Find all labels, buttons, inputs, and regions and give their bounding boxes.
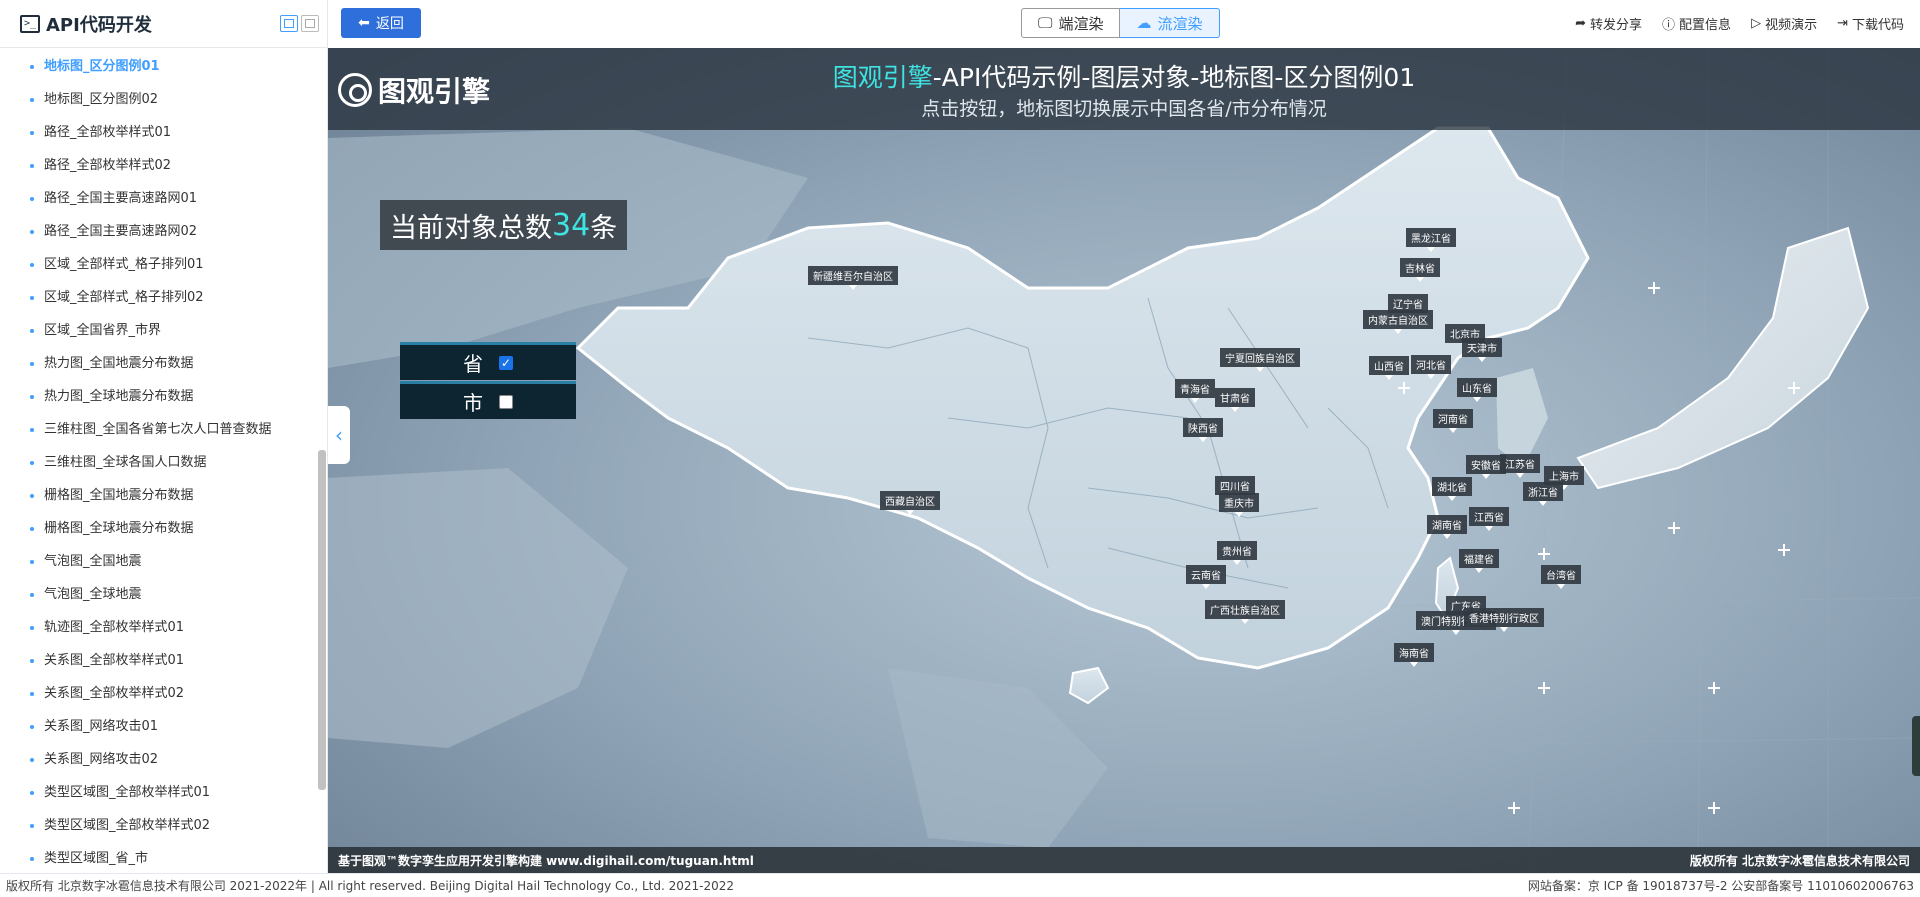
sidebar: >_ API代码开发 地标图_区分图例01 地标图_区分图例02 路径_全部枚举样式… [0,0,328,873]
province-label[interactable]: 福建省 [1459,549,1499,573]
play-icon: ▷ [1751,16,1762,31]
stream-render-button[interactable]: ☁ 流渲染 [1120,8,1220,38]
view-toggle [280,15,319,32]
top-toolbar: ⬅ 返回 🖵 端渲染 ☁ 流渲染 ➦ 转发分享 ⓘ 配置信息 ▷ 视频演示 ⇥ 下载代码 [328,0,1920,48]
share-icon: ➦ [1575,16,1587,31]
sidebar-item[interactable]: 三维柱图_全国各省第七次人口普查数据 [0,413,327,446]
sidebar-title: API代码开发 [46,14,152,36]
cloud-icon: ☁ [1136,14,1152,32]
sidebar-item[interactable]: 关系图_全部枚举样式02 [0,677,327,710]
city-checkbox[interactable] [499,394,513,409]
title-band: 图观引擎 图观引擎-API代码示例-图层对象-地标图-区分图例01 点击按钮，地… [328,48,1920,130]
sidebar-item[interactable]: 关系图_全部枚举样式01 [0,644,327,677]
sidebar-item[interactable]: 气泡图_全球地震 [0,578,327,611]
province-label[interactable]: 江西省 [1469,507,1509,531]
province-label[interactable]: 湖南省 [1427,515,1467,539]
page-footer: 版权所有 北京数字冰雹信息技术有限公司 2021-2022年 | All rig… [0,873,1920,897]
province-label[interactable]: 内蒙古自治区 [1363,310,1433,334]
province-label[interactable]: 广西壮族自治区 [1205,600,1285,624]
object-count: 34 [552,207,591,243]
sidebar-item[interactable]: 气泡图_全国地震 [0,545,327,578]
config-button[interactable]: ⓘ 配置信息 [1662,14,1731,33]
sidebar-scrollbar[interactable] [318,450,326,790]
province-label[interactable]: 河北省 [1411,355,1451,379]
sidebar-item[interactable]: 区域_全部样式_格子排列02 [0,281,327,314]
image-view-icon[interactable] [301,15,319,32]
province-checkbox[interactable] [499,355,513,370]
province-label[interactable]: 青海省 [1175,379,1215,403]
japan-land [1576,226,1870,490]
side-panel-tab[interactable] [1912,716,1920,776]
download-icon: ⇥ [1837,16,1848,31]
object-count-panel: 当前对象总数 34 条 [380,200,628,250]
sidebar-item[interactable]: 栅格图_全国地震分布数据 [0,479,327,512]
city-toggle[interactable]: 市 [400,381,576,419]
province-label[interactable]: 黑龙江省 [1406,228,1456,252]
collapse-sidebar-button[interactable]: ‹ [328,406,350,464]
province-label[interactable]: 西藏自治区 [880,491,940,515]
sidebar-item[interactable]: 栅格图_全球地震分布数据 [0,512,327,545]
hainan-land [1068,666,1110,705]
video-button[interactable]: ▷ 视频演示 [1751,14,1817,33]
terminal-icon: >_ [20,14,40,33]
sidebar-item[interactable]: 热力图_全国地震分布数据 [0,347,327,380]
province-label[interactable]: 重庆市 [1219,493,1259,517]
sidebar-item[interactable]: 路径_全部枚举样式01 [0,116,327,149]
sidebar-item[interactable]: 热力图_全球地震分布数据 [0,380,327,413]
province-label[interactable]: 香港特别行政区 [1464,608,1544,632]
chevron-left-icon: ‹ [335,423,343,447]
province-label[interactable]: 山东省 [1457,378,1497,402]
sidebar-item[interactable]: 三维柱图_全球各国人口数据 [0,446,327,479]
back-button[interactable]: ⬅ 返回 [341,8,421,38]
korea-land [1496,368,1548,468]
province-label[interactable]: 湖北省 [1432,477,1472,501]
client-render-button[interactable]: 🖵 端渲染 [1021,8,1121,38]
sidebar-item[interactable]: 路径_全国主要高速路网01 [0,182,327,215]
province-label[interactable]: 甘肃省 [1215,388,1255,412]
sidebar-item[interactable]: 路径_全国主要高速路网02 [0,215,327,248]
info-icon: ⓘ [1662,18,1676,33]
province-label[interactable]: 台湾省 [1541,565,1581,589]
province-label[interactable]: 陕西省 [1183,418,1223,442]
download-button[interactable]: ⇥ 下载代码 [1837,14,1904,33]
sidebar-item[interactable]: 路径_全部枚举样式02 [0,149,327,182]
sidebar-item[interactable]: 区域_全国省界_市界 [0,314,327,347]
top-actions: ➦ 转发分享 ⓘ 配置信息 ▷ 视频演示 ⇥ 下载代码 [1575,14,1904,33]
render-mode-toggle: 🖵 端渲染 ☁ 流渲染 [1021,8,1220,38]
province-label[interactable]: 吉林省 [1400,258,1440,282]
monitor-icon: 🖵 [1038,14,1053,32]
sidebar-item[interactable]: 类型区域图_全部枚举样式02 [0,809,327,842]
arrow-left-icon: ⬅ [358,15,370,31]
province-label[interactable]: 河南省 [1433,409,1473,433]
province-label[interactable]: 海南省 [1394,643,1434,667]
sidebar-item[interactable]: 地标图_区分图例01 [0,50,327,83]
map-viewport[interactable]: 图观引擎 图观引擎-API代码示例-图层对象-地标图-区分图例01 点击按钮，地… [328,48,1920,873]
sidebar-item[interactable]: 关系图_网络攻击02 [0,743,327,776]
share-button[interactable]: ➦ 转发分享 [1575,14,1642,33]
viewport-footer: 基于图观™数字孪生应用开发引擎构建 www.digihail.com/tugua… [328,847,1920,873]
neighbor-land-southwest [328,468,628,748]
china-map [328,48,1920,873]
sidebar-menu: 地标图_区分图例01 地标图_区分图例02 路径_全部枚举样式01 路径_全部枚举样式… [0,48,327,875]
province-label[interactable]: 江苏省 [1500,454,1540,478]
page-title: 图观引擎-API代码示例-图层对象-地标图-区分图例01 [832,63,1416,92]
sidebar-item[interactable]: 类型区域图_省_市 [0,842,327,875]
province-label[interactable]: 云南省 [1186,565,1226,589]
province-label[interactable]: 新疆维吾尔自治区 [808,266,898,290]
province-label[interactable]: 贵州省 [1217,541,1257,565]
sidebar-item[interactable]: 区域_全部样式_格子排列01 [0,248,327,281]
sidebar-item[interactable]: 关系图_网络攻击01 [0,710,327,743]
province-toggle[interactable]: 省 [400,342,576,380]
province-label[interactable]: 浙江省 [1523,482,1563,506]
sidebar-item[interactable]: 地标图_区分图例02 [0,83,327,116]
province-label[interactable]: 天津市 [1462,338,1502,362]
province-label[interactable]: 宁夏回族自治区 [1220,348,1300,372]
page-subtitle: 点击按钮，地标图切换展示中国各省/市分布情况 [921,98,1327,120]
sidebar-header: >_ API代码开发 [0,0,327,48]
grid-view-icon[interactable] [280,15,298,32]
sidebar-item[interactable]: 类型区域图_全部枚举样式01 [0,776,327,809]
province-label[interactable]: 山西省 [1369,356,1409,380]
sidebar-item[interactable]: 轨迹图_全部枚举样式01 [0,611,327,644]
